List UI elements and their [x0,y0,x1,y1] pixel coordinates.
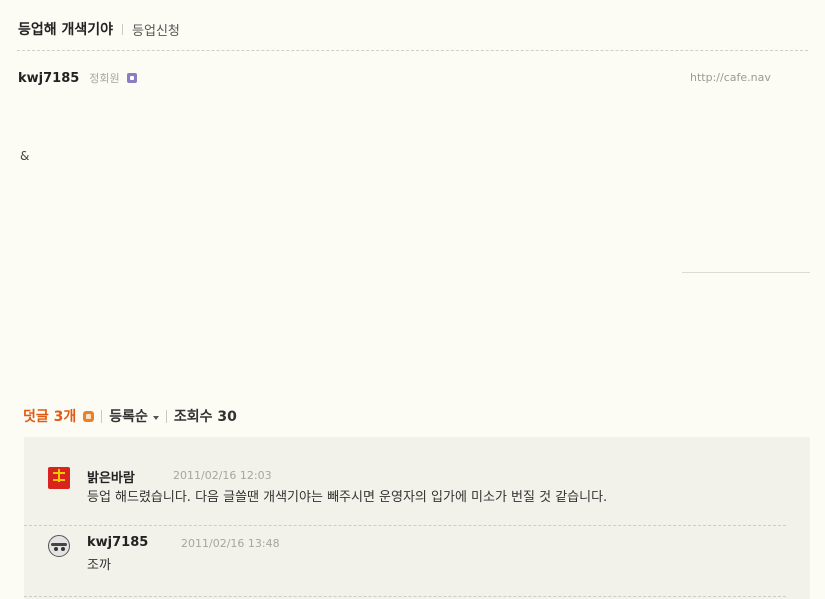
post-body: & [20,149,30,163]
divider [165,409,167,423]
comment-count-label[interactable]: 덧글 3개 [23,406,76,426]
comment-text: 등업 해드렸습니다. 다음 글쓸땐 개색기야는 빼주시면 운영자의 입가에 미소… [87,490,608,505]
avatar-icon[interactable] [48,467,70,489]
post-url-link[interactable]: http://cafe.nav [690,71,809,84]
comment-text: 조까 [87,558,111,573]
comment-toolbar: 덧글 3개 등록순 조회수 30 [23,405,237,427]
header-divider [17,50,808,51]
sort-dropdown[interactable]: 등록순 [109,406,159,426]
author-info: kwj7185 정회원 [18,69,137,87]
comment-date: 2011/02/16 12:03 [173,469,272,482]
author-name[interactable]: kwj7185 [18,71,79,86]
comment-date: 2011/02/16 13:48 [181,537,280,550]
comment-nickname[interactable]: 밝은바람 [87,467,135,486]
post-title: 등업해 개색기야 [18,22,114,38]
comment-list: 밝은바람 2011/02/16 12:03 등업 해드렸습니다. 다음 글쓸땐 … [24,437,810,599]
chevron-down-icon [152,415,159,420]
divider [122,23,124,35]
body-divider [682,272,810,273]
post-category-link[interactable]: 등업신청 [132,20,180,39]
avatar-icon[interactable] [48,535,70,557]
comment-nickname[interactable]: kwj7185 [87,535,148,550]
new-comment-icon [83,410,95,422]
author-grade: 정회원 [89,72,120,85]
member-level-icon [126,73,137,83]
comment-divider [24,525,786,526]
divider [101,409,103,423]
comment-divider [24,596,786,597]
view-count: 조회수 30 [173,409,237,425]
sort-label: 등록순 [109,409,148,425]
post-header: 등업해 개색기야 등업신청 [18,18,180,40]
